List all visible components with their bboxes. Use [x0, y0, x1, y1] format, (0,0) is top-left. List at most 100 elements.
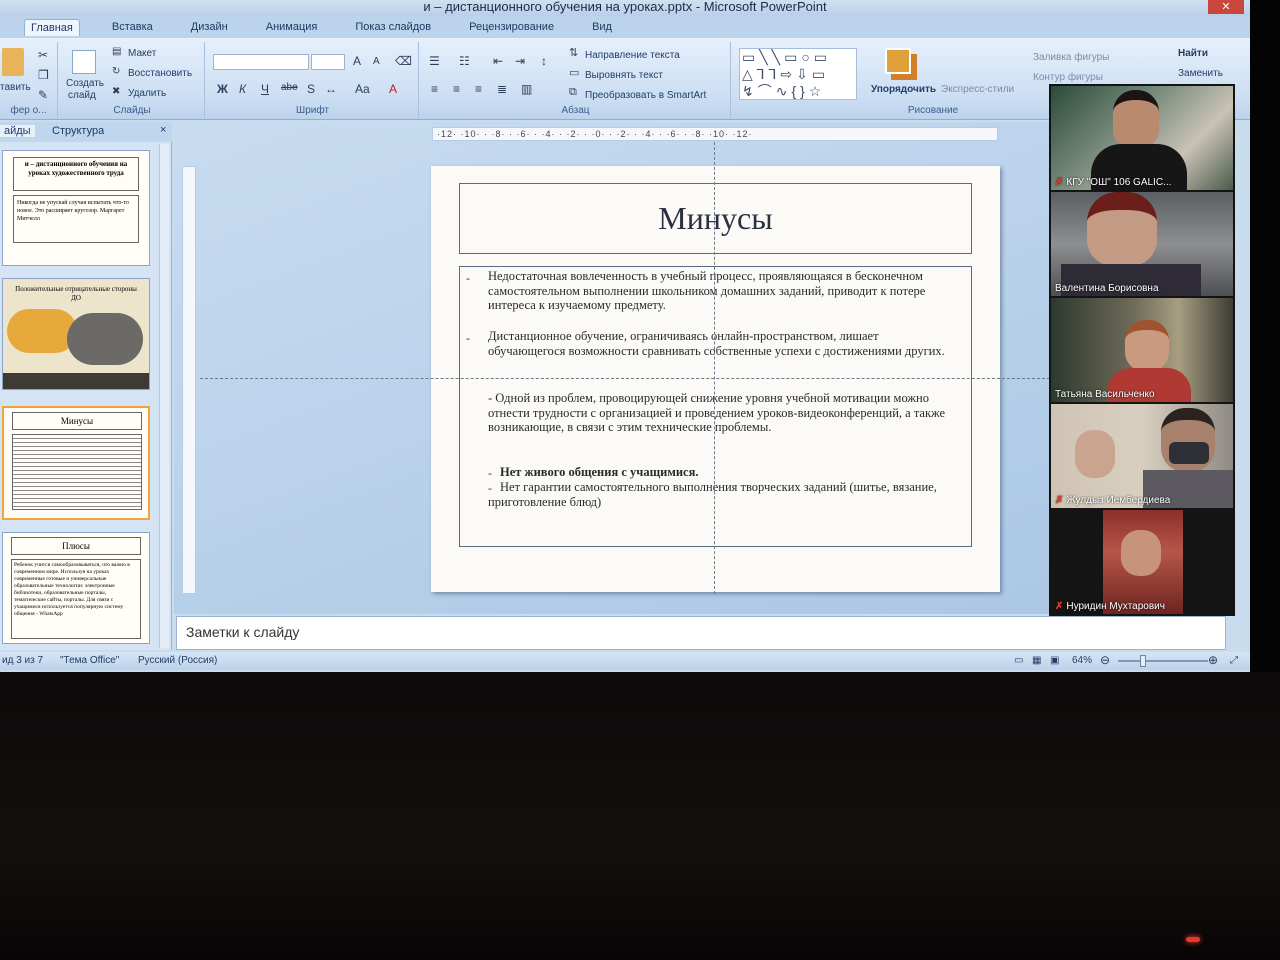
replace-button[interactable]: Заменить — [1178, 68, 1223, 79]
find-button[interactable]: Найти — [1178, 48, 1208, 59]
video-tile-3[interactable]: Татьяна Васильченко — [1051, 298, 1233, 402]
participant-3-face — [1125, 320, 1169, 372]
powerpoint-window: и – дистанционного обучения на уроках.pp… — [0, 0, 1250, 672]
zoom-out-icon[interactable]: ⊖ — [1100, 653, 1110, 667]
bullet-dash-2: - — [466, 331, 470, 345]
spacing-icon[interactable]: ↔ — [325, 82, 337, 96]
font-group-label: Шрифт — [296, 105, 329, 116]
paste-button[interactable]: тавить — [0, 82, 31, 93]
bullets-icon[interactable]: ☰ — [429, 54, 440, 68]
increase-indent-icon[interactable]: ⇥ — [515, 54, 525, 68]
shape-outline-button[interactable]: Контур фигуры — [1033, 72, 1103, 83]
tab-review[interactable]: Рецензирование — [463, 19, 560, 35]
video-tile-5[interactable]: ✗ Нуридин Мухтарович — [1051, 510, 1233, 614]
grow-font-icon[interactable]: A — [353, 54, 361, 68]
slide-bullet-1: Недостаточная вовлеченность в учебный пр… — [488, 269, 926, 313]
notes-placeholder: Заметки к слайду — [186, 624, 300, 640]
reset-button[interactable]: Восстановить — [128, 68, 192, 79]
video-tile-1[interactable]: ✗ КГУ "ОШ" 106 GALIC... — [1051, 86, 1233, 190]
new-slide-label-2[interactable]: слайд — [68, 90, 96, 101]
zoom-slider-handle[interactable] — [1140, 655, 1146, 667]
close-pane-icon[interactable]: × — [160, 124, 166, 136]
tab-outline[interactable]: Структура — [52, 125, 104, 137]
horizontal-guide[interactable] — [200, 378, 1050, 379]
shrink-font-icon[interactable]: A — [373, 56, 380, 67]
participant-2-face — [1087, 192, 1157, 266]
video-tile-2[interactable]: Валентина Борисовна — [1051, 192, 1233, 296]
strikethrough-button[interactable]: abe — [281, 82, 298, 93]
copy-icon[interactable]: ❐ — [38, 68, 49, 82]
align-text-button[interactable]: Выровнять текст — [585, 70, 663, 81]
slides-pane-scrollbar[interactable] — [159, 144, 169, 648]
zoom-in-icon[interactable]: ⊕ — [1208, 653, 1218, 667]
slides-group-label: Слайды — [113, 105, 151, 116]
language-indicator[interactable]: Русский (Россия) — [138, 655, 217, 666]
new-slide-label-1[interactable]: Создать — [66, 78, 104, 89]
thumb-2-title: Положительные отрицательные стороны ДО — [15, 285, 137, 302]
format-painter-icon[interactable]: ✎ — [38, 88, 48, 102]
slide-content-placeholder[interactable]: - Недостаточная вовлеченность в учебный … — [459, 266, 972, 547]
tab-animation[interactable]: Анимация — [260, 19, 324, 35]
delete-slide-button[interactable]: Удалить — [128, 88, 166, 99]
delete-icon: ✖ — [112, 86, 121, 97]
fit-window-icon[interactable]: ⤢ — [1230, 655, 1238, 666]
shadow-button[interactable]: S — [307, 82, 315, 96]
font-size-select[interactable] — [311, 54, 345, 70]
slides-pane-tabs: айды Структура × — [0, 122, 172, 142]
tab-slideshow[interactable]: Показ слайдов — [349, 19, 437, 35]
thumb-1-title: и – дистанционного обучения на уроках ху… — [13, 157, 139, 191]
tab-insert[interactable]: Вставка — [106, 19, 159, 35]
cut-icon[interactable]: ✂ — [38, 48, 48, 62]
participant-2-name: Валентина Борисовна — [1055, 283, 1159, 294]
sorter-view-icon[interactable]: ▦ — [1032, 655, 1041, 666]
columns-icon[interactable]: ▥ — [521, 82, 532, 96]
arrange-icon[interactable] — [885, 48, 911, 74]
italic-button[interactable]: К — [239, 82, 246, 96]
slide-thumb-3-selected[interactable]: Минусы — [2, 406, 150, 520]
tab-view[interactable]: Вид — [586, 19, 618, 35]
change-case-button[interactable]: Aa — [355, 82, 370, 96]
tab-home[interactable]: Главная — [24, 18, 80, 36]
notes-pane[interactable]: Заметки к слайду — [176, 616, 1226, 650]
normal-view-icon[interactable]: ▭ — [1014, 655, 1023, 666]
new-slide-icon[interactable] — [72, 50, 96, 74]
align-left-icon[interactable]: ≡ — [431, 82, 438, 96]
tab-design[interactable]: Дизайн — [185, 19, 234, 35]
line-spacing-icon[interactable]: ↕ — [541, 54, 547, 68]
bold-button[interactable]: Ж — [217, 82, 228, 96]
video-tile-4[interactable]: ✗ Жулдыз Иембердиева — [1051, 404, 1233, 508]
arrange-button[interactable]: Упорядочить — [871, 84, 936, 95]
participant-4a-face — [1075, 430, 1115, 478]
participant-1-face — [1113, 90, 1159, 148]
tab-slides[interactable]: айды — [0, 125, 35, 137]
align-center-icon[interactable]: ≡ — [453, 82, 460, 96]
shape-fill-button[interactable]: Заливка фигуры — [1033, 52, 1109, 63]
zoom-slider[interactable] — [1118, 660, 1208, 662]
thumb-1-body: Никогда не упускай случая испытать что-т… — [13, 195, 139, 243]
clear-format-icon[interactable]: ⌫ — [395, 54, 412, 68]
vertical-guide[interactable] — [714, 142, 715, 594]
quick-styles-button[interactable]: Экспресс-стили — [941, 84, 1014, 95]
font-name-select[interactable] — [213, 54, 309, 70]
slideshow-view-icon[interactable]: ▣ — [1050, 655, 1059, 666]
slide-thumb-4[interactable]: Плюсы Ребенок учится самообразовываться,… — [2, 532, 150, 644]
align-right-icon[interactable]: ≡ — [475, 82, 482, 96]
slide-thumb-1[interactable]: и – дистанционного обучения на уроках ху… — [2, 150, 150, 266]
smartart-button[interactable]: Преобразовать в SmartArt — [585, 90, 706, 101]
slide-thumb-2[interactable]: Положительные отрицательные стороны ДО — [2, 278, 150, 390]
reset-icon: ↻ — [112, 66, 121, 77]
decrease-indent-icon[interactable]: ⇤ — [493, 54, 503, 68]
layout-button[interactable]: Макет — [128, 48, 156, 59]
paste-icon[interactable] — [2, 48, 24, 76]
shapes-gallery[interactable]: ▭╲╲▭○▭ △⅂⅂⇨⇩▭ ↯⌒∿{}☆ — [739, 48, 857, 100]
mic-muted-icon: ✗ — [1055, 177, 1064, 188]
text-direction-button[interactable]: Направление текста — [585, 50, 680, 61]
font-color-icon[interactable]: A — [389, 82, 397, 96]
justify-icon[interactable]: ≣ — [497, 82, 507, 96]
underline-button[interactable]: Ч — [261, 82, 269, 96]
slide-title-placeholder[interactable]: Минусы — [459, 183, 972, 254]
zoom-level[interactable]: 64% — [1072, 655, 1092, 666]
current-slide[interactable]: Минусы - Недостаточная вовлеченность в у… — [431, 166, 1000, 592]
close-window-button[interactable]: ✕ — [1208, 0, 1244, 14]
numbering-icon[interactable]: ☷ — [459, 54, 470, 68]
